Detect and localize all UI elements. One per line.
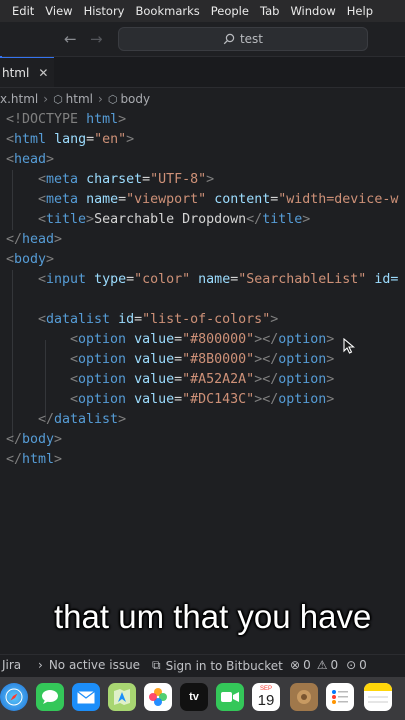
chevron-right-icon: › — [43, 92, 49, 106]
archive-icon[interactable] — [290, 683, 318, 711]
code-line: <option value="#A52A2A"></option> — [70, 372, 335, 387]
jira-status[interactable]: Jira — [2, 658, 21, 672]
breadcrumb: x.html › ⬡ html › ⬡ body — [0, 89, 150, 109]
arrow-right-icon[interactable]: → — [90, 30, 103, 48]
facetime-icon[interactable] — [216, 683, 244, 711]
dock: tv SEP 19 — [0, 677, 405, 720]
breadcrumb-file[interactable]: x.html — [0, 92, 38, 106]
cube-icon: ⬡ — [53, 92, 63, 106]
maps-icon[interactable] — [108, 683, 136, 711]
tab-html-file[interactable]: html ✕ — [0, 57, 54, 87]
notes-icon[interactable] — [364, 683, 392, 711]
menu-history[interactable]: History — [84, 4, 125, 18]
calendar-day: 19 — [257, 691, 275, 709]
tv-label: tv — [189, 691, 199, 703]
menu-people[interactable]: People — [211, 4, 249, 18]
broadcast-icon: ⊙ — [346, 658, 357, 672]
code-line: <option value="#8B0000"></option> — [70, 352, 335, 367]
code-line: <option value="#800000"></option> — [70, 332, 335, 347]
indent-guide — [12, 270, 13, 440]
menu-edit[interactable]: Edit — [12, 4, 34, 18]
indent-guide — [12, 170, 13, 230]
code-line: <datalist id="list-of-colors"> — [38, 312, 279, 327]
breadcrumb-html[interactable]: html — [66, 92, 93, 106]
menu-tab[interactable]: Tab — [260, 4, 279, 18]
breadcrumb-body[interactable]: body — [120, 92, 150, 106]
code-line: <input type="color" name="SearchableList… — [38, 272, 399, 287]
code-line: <meta name="viewport" content="width=dev… — [38, 192, 399, 207]
code-line: <html lang="en"> — [6, 132, 135, 147]
title-bar: ← → test — [0, 22, 405, 57]
mail-icon[interactable] — [72, 683, 100, 711]
menu-window[interactable]: Window — [290, 4, 335, 18]
arrow-left-icon[interactable]: ← — [64, 30, 77, 48]
code-line: <option value="#DC143C"></option> — [70, 392, 335, 407]
menu-bookmarks[interactable]: Bookmarks — [136, 4, 200, 18]
code-line: </body> — [6, 432, 63, 447]
code-line: </html> — [6, 452, 63, 467]
code-line: <head> — [6, 152, 55, 167]
jira-issue-label: No active issue — [48, 658, 141, 672]
bitbucket-icon: ⧉ — [152, 658, 161, 672]
chevron-right-icon: › — [38, 658, 43, 672]
bitbucket-signin[interactable]: ⧉ Sign in to Bitbucket — [152, 658, 283, 673]
warning-icon: ⚠ — [316, 658, 328, 672]
mouse-pointer-icon — [343, 338, 355, 354]
cube-icon: ⬡ — [107, 92, 118, 106]
status-bar: Jira › No active issue ⧉ Sign in to Bitb… — [0, 654, 405, 677]
apple-tv-icon[interactable]: tv — [180, 683, 208, 711]
error-icon: ⊗ — [290, 658, 301, 672]
menu-bar: Edit View History Bookmarks People Tab W… — [0, 0, 405, 22]
messages-icon[interactable] — [36, 683, 64, 711]
tab-label: html — [2, 65, 30, 80]
menu-help[interactable]: Help — [347, 4, 373, 18]
code-line: <!DOCTYPE html> — [6, 112, 127, 127]
reminders-icon[interactable] — [326, 683, 354, 711]
indent-guide — [45, 340, 46, 420]
chevron-right-icon: › — [98, 92, 103, 106]
calendar-icon[interactable]: SEP 19 — [252, 683, 280, 711]
video-caption: that um that you have — [54, 598, 372, 635]
error-count: 0 — [303, 658, 311, 672]
warning-count: 0 — [330, 658, 339, 672]
search-icon — [223, 33, 235, 45]
jira-issue-status[interactable]: › No active issue — [38, 658, 140, 672]
other-count: 0 — [359, 658, 367, 672]
safari-icon[interactable] — [0, 683, 28, 711]
menu-view[interactable]: View — [45, 4, 72, 18]
code-line: <meta charset="UTF-8"> — [38, 172, 215, 187]
close-icon[interactable]: ✕ — [38, 66, 48, 80]
problems-status[interactable]: ⊗ 0 ⚠ 0 ⊙ 0 — [290, 658, 367, 672]
code-line: <title>Searchable Dropdown</title> — [38, 212, 311, 227]
command-center-text: test — [239, 32, 264, 46]
photos-icon[interactable] — [144, 683, 172, 711]
code-line: </head> — [6, 232, 63, 247]
tab-bar: html ✕ — [0, 57, 405, 88]
bitbucket-label: Sign in to Bitbucket — [165, 658, 283, 673]
command-center-search[interactable]: test — [118, 27, 368, 51]
code-line: </datalist> — [38, 412, 127, 427]
code-line: <body> — [6, 252, 55, 267]
